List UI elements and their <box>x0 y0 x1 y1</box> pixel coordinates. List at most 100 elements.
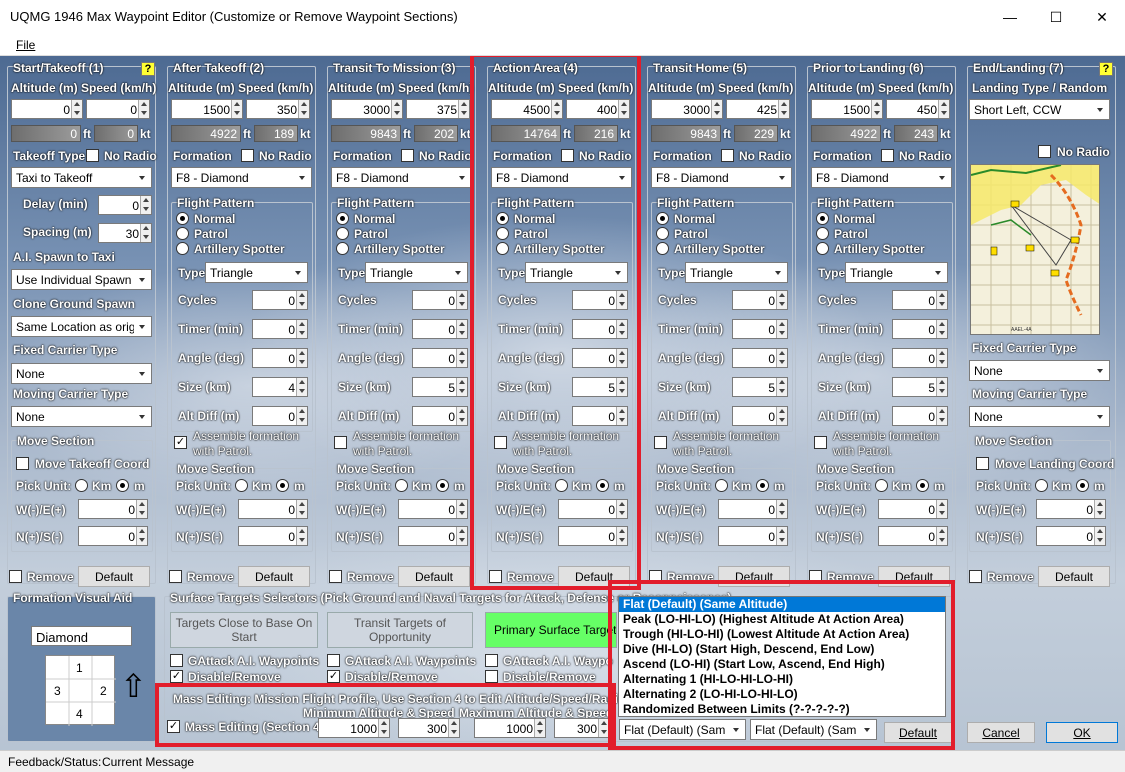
pattern-normal-radio[interactable] <box>336 212 349 225</box>
profile-option-dive[interactable]: Dive (HI-LO) (Start High, Descend, End L… <box>619 642 945 657</box>
timer-input[interactable]: 0 <box>572 319 628 339</box>
default-button[interactable]: Default <box>238 566 310 587</box>
unit-m-radio[interactable] <box>116 479 129 492</box>
cycles-input[interactable]: 0 <box>572 290 628 310</box>
formation-select[interactable]: F8 - Diamond <box>651 167 792 188</box>
no-radio-checkbox[interactable] <box>561 149 574 162</box>
ns-input[interactable]: 0 <box>398 526 468 546</box>
pattern-artillery-radio[interactable] <box>336 242 349 255</box>
we-input[interactable]: 0 <box>78 499 148 519</box>
altdiff-input[interactable]: 0 <box>892 406 948 426</box>
ns-input[interactable]: 0 <box>1036 526 1106 546</box>
formation-select[interactable]: F8 - Diamond <box>811 167 952 188</box>
altdiff-input[interactable]: 0 <box>732 406 788 426</box>
clone-spawn-select[interactable]: Same Location as orig <box>11 316 152 337</box>
pattern-artillery-radio[interactable] <box>656 242 669 255</box>
angle-input[interactable]: 0 <box>892 348 948 368</box>
altitude-input[interactable]: 0 <box>11 99 83 119</box>
timer-input[interactable]: 0 <box>252 319 308 339</box>
we-input[interactable]: 0 <box>878 499 948 519</box>
unit-m-radio[interactable] <box>596 479 609 492</box>
gattack-checkbox-2[interactable] <box>327 654 340 667</box>
default-button[interactable]: Default <box>78 566 150 587</box>
formation-select[interactable]: F8 - Diamond <box>171 167 312 188</box>
fixed-carrier-select[interactable]: None <box>969 360 1110 381</box>
altitude-input[interactable]: 1500 <box>171 99 243 119</box>
speed-input[interactable]: 375 <box>406 99 470 119</box>
speed-input[interactable]: 425 <box>726 99 790 119</box>
menu-file[interactable]: File <box>16 38 35 52</box>
remove-checkbox[interactable] <box>809 570 822 583</box>
altdiff-input[interactable]: 0 <box>572 406 628 426</box>
pattern-patrol-radio[interactable] <box>496 227 509 240</box>
altdiff-input[interactable]: 0 <box>252 406 308 426</box>
pattern-normal-radio[interactable] <box>656 212 669 225</box>
pattern-patrol-radio[interactable] <box>656 227 669 240</box>
assemble-checkbox[interactable] <box>494 436 507 449</box>
disable-checkbox-3[interactable] <box>485 670 498 683</box>
flight-profile-dropdown-list[interactable]: Flat (Default) (Same Altitude) Peak (LO-… <box>618 596 946 717</box>
targets-close-to-base-button[interactable]: Targets Close to Base On Start <box>170 612 318 648</box>
profile-option-flat[interactable]: Flat (Default) (Same Altitude) <box>619 597 945 612</box>
unit-km-radio[interactable] <box>395 479 408 492</box>
no-radio-checkbox[interactable] <box>241 149 254 162</box>
unit-km-radio[interactable] <box>235 479 248 492</box>
primary-surface-target-button[interactable]: Primary Surface Target <box>485 612 617 648</box>
ns-input[interactable]: 0 <box>878 526 948 546</box>
delay-input[interactable]: 0 <box>98 195 152 215</box>
takeoff-type-select[interactable]: Taxi to Takeoff <box>11 167 152 188</box>
pattern-type-select[interactable]: Triangle <box>205 262 308 283</box>
ns-input[interactable]: 0 <box>718 526 788 546</box>
default-button[interactable]: Default <box>1038 566 1110 587</box>
disable-checkbox-1[interactable]: ✓ <box>170 670 183 683</box>
remove-checkbox[interactable] <box>969 570 982 583</box>
mass-editing-checkbox[interactable]: ✓ <box>167 720 180 733</box>
assemble-checkbox[interactable]: ✓ <box>174 436 187 449</box>
landing-map[interactable]: AAEL-4A <box>970 164 1100 335</box>
unit-km-radio[interactable] <box>75 479 88 492</box>
spacing-input[interactable]: 30 <box>98 223 152 243</box>
cycles-input[interactable]: 0 <box>412 290 468 310</box>
unit-km-radio[interactable] <box>715 479 728 492</box>
angle-input[interactable]: 0 <box>412 348 468 368</box>
speed-input[interactable]: 350 <box>246 99 310 119</box>
pattern-type-select[interactable]: Triangle <box>845 262 948 283</box>
assemble-checkbox[interactable] <box>334 436 347 449</box>
profile-select-1[interactable]: Flat (Default) (Sam <box>619 719 746 740</box>
pattern-type-select[interactable]: Triangle <box>685 262 788 283</box>
min-altitude-input[interactable]: 1000 <box>318 718 390 738</box>
we-input[interactable]: 0 <box>238 499 308 519</box>
we-input[interactable]: 0 <box>558 499 628 519</box>
timer-input[interactable]: 0 <box>892 319 948 339</box>
no-radio-checkbox[interactable] <box>1038 145 1051 158</box>
altitude-input[interactable]: 4500 <box>491 99 563 119</box>
unit-km-radio[interactable] <box>1035 479 1048 492</box>
unit-km-radio[interactable] <box>875 479 888 492</box>
timer-input[interactable]: 0 <box>412 319 468 339</box>
ns-input[interactable]: 0 <box>558 526 628 546</box>
pattern-normal-radio[interactable] <box>816 212 829 225</box>
speed-input[interactable]: 400 <box>566 99 630 119</box>
no-radio-checkbox[interactable] <box>86 149 99 162</box>
pattern-normal-radio[interactable] <box>176 212 189 225</box>
profile-option-randomized[interactable]: Randomized Between Limits (?-?-?-?-?) <box>619 702 945 717</box>
default-button[interactable]: Default <box>558 566 630 587</box>
pattern-artillery-radio[interactable] <box>816 242 829 255</box>
cycles-input[interactable]: 0 <box>892 290 948 310</box>
maximize-icon[interactable]: ☐ <box>1033 0 1079 34</box>
pattern-artillery-radio[interactable] <box>176 242 189 255</box>
size-input[interactable]: 5 <box>732 377 788 397</box>
gattack-checkbox-1[interactable] <box>170 654 183 667</box>
we-input[interactable]: 0 <box>398 499 468 519</box>
transit-targets-button[interactable]: Transit Targets of Opportunity <box>327 612 473 648</box>
moving-carrier-select[interactable]: None <box>11 406 152 427</box>
size-input[interactable]: 4 <box>252 377 308 397</box>
ai-spawn-select[interactable]: Use Individual Spawn <box>11 269 152 290</box>
minimize-icon[interactable]: — <box>987 0 1033 34</box>
profile-default-button[interactable]: Default <box>884 722 952 743</box>
angle-input[interactable]: 0 <box>252 348 308 368</box>
profile-option-trough[interactable]: Trough (HI-LO-HI) (Lowest Altitude At Ac… <box>619 627 945 642</box>
timer-input[interactable]: 0 <box>732 319 788 339</box>
altitude-input[interactable]: 3000 <box>651 99 723 119</box>
fixed-carrier-select[interactable]: None <box>11 363 152 384</box>
